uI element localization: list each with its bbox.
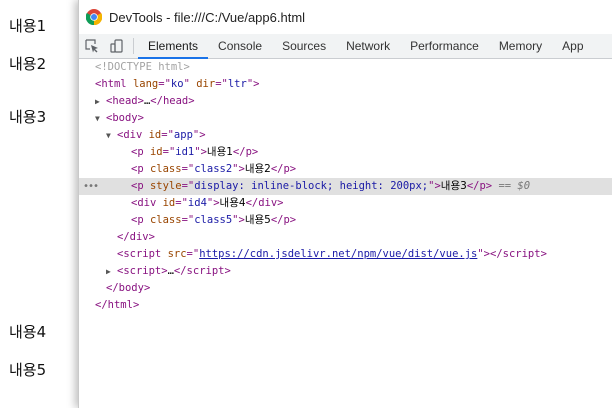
page-text-3: 내용3 xyxy=(9,108,47,126)
dom-div4-line[interactable]: <div id="id4">내용4</div> xyxy=(79,195,612,212)
inspect-icon xyxy=(84,39,98,53)
div4-val: id4 xyxy=(187,197,207,209)
p2-attr: class xyxy=(149,163,182,175)
tab-elements[interactable]: Elements xyxy=(138,34,209,59)
selected-node-marker: == $0 xyxy=(498,180,531,192)
expand-triangle-icon[interactable]: ▶ xyxy=(106,263,117,280)
tab-performance[interactable]: Performance xyxy=(400,34,489,58)
html-tag-name: html xyxy=(101,78,127,90)
head-tag-name: head xyxy=(112,95,138,107)
dom-html-close-line[interactable]: </html> xyxy=(79,297,612,314)
p5-val: class5 xyxy=(194,214,233,226)
div-app-attr: id xyxy=(148,129,162,141)
body-close-name: body xyxy=(118,282,144,294)
devtools-toolbar: Elements Console Sources Network Perform… xyxy=(79,34,612,59)
tab-console[interactable]: Console xyxy=(208,34,272,58)
div4-text: 내용4 xyxy=(219,197,246,209)
tab-sources[interactable]: Sources xyxy=(272,34,336,58)
dom-body-line[interactable]: ▼ <body> xyxy=(79,110,612,127)
chrome-icon xyxy=(86,9,102,25)
dom-p1-line[interactable]: <p id="id1">내용1</p> xyxy=(79,144,612,161)
dom-script2-line[interactable]: ▶ <script>…</script> xyxy=(79,263,612,280)
collapse-triangle-icon[interactable]: ▼ xyxy=(95,110,106,127)
more-options-icon[interactable]: ••• xyxy=(83,178,99,195)
toolbar-divider xyxy=(133,38,134,54)
tab-application[interactable]: App xyxy=(552,34,593,58)
devtools-window: DevTools - file:///C:/Vue/app6.html Elem… xyxy=(78,0,612,408)
p5-text: 내용5 xyxy=(244,214,271,226)
window-title: DevTools - file:///C:/Vue/app6.html xyxy=(109,9,306,25)
head-close-name: head xyxy=(162,95,189,107)
inspect-element-button[interactable] xyxy=(79,34,104,58)
p3-text: 내용3 xyxy=(440,180,467,192)
p1-text: 내용1 xyxy=(206,146,233,158)
p3-attr: style xyxy=(149,180,182,192)
html-lang-attr: lang xyxy=(132,78,159,90)
dom-html-line[interactable]: <html lang="ko" dir="ltr"> xyxy=(79,76,612,93)
div4-attr: id xyxy=(162,197,176,209)
dom-head-line[interactable]: ▶ <head>…</head> xyxy=(79,93,612,110)
div-app-val: app xyxy=(173,129,193,141)
html-dir-val: ltr xyxy=(227,78,247,90)
page-text-4: 내용4 xyxy=(9,323,47,341)
page-text-5: 내용5 xyxy=(9,361,47,379)
expand-triangle-icon[interactable]: ▶ xyxy=(95,93,106,110)
p5-attr: class xyxy=(149,214,182,226)
p2-val: class2 xyxy=(194,163,233,175)
dom-script-src-line[interactable]: <script src="https://cdn.jsdelivr.net/np… xyxy=(79,246,612,263)
elements-dom-tree: <!DOCTYPE html> <html lang="ko" dir="ltr… xyxy=(79,59,612,314)
script-src-attr: src xyxy=(167,248,187,260)
p1-attr: id xyxy=(149,146,163,158)
dom-p5-line[interactable]: <p class="class5">내용5</p> xyxy=(79,212,612,229)
body-tag-name: body xyxy=(112,112,138,124)
p3-val: display: inline-block; height: 200px; xyxy=(194,180,429,192)
tab-network[interactable]: Network xyxy=(336,34,400,58)
dom-div-app-line[interactable]: ▼ <div id="app"> xyxy=(79,127,612,144)
page-text-1: 내용1 xyxy=(9,17,47,35)
p1-val: id1 xyxy=(175,146,195,158)
script-src-link[interactable]: https://cdn.jsdelivr.net/npm/vue/dist/vu… xyxy=(199,248,477,260)
html-dir-attr: dir xyxy=(196,78,216,90)
window-titlebar[interactable]: DevTools - file:///C:/Vue/app6.html xyxy=(79,0,612,34)
html-lang-val: ko xyxy=(170,78,184,90)
doctype-text: <!DOCTYPE html> xyxy=(95,61,190,73)
dom-doctype-line[interactable]: <!DOCTYPE html> xyxy=(79,59,612,76)
collapse-triangle-icon[interactable]: ▼ xyxy=(106,127,117,144)
device-toolbar-icon xyxy=(109,39,123,53)
tab-memory[interactable]: Memory xyxy=(489,34,552,58)
page-text-2: 내용2 xyxy=(9,55,47,73)
device-toolbar-button[interactable] xyxy=(104,34,129,58)
dom-p2-line[interactable]: <p class="class2">내용2</p> xyxy=(79,161,612,178)
dom-p3-line-selected[interactable]: ••• <p style="display: inline-block; hei… xyxy=(79,178,612,195)
dom-div-close-line[interactable]: </div> xyxy=(79,229,612,246)
p2-text: 내용2 xyxy=(244,163,271,175)
dom-body-close-line[interactable]: </body> xyxy=(79,280,612,297)
html-close-name: html xyxy=(107,299,133,311)
